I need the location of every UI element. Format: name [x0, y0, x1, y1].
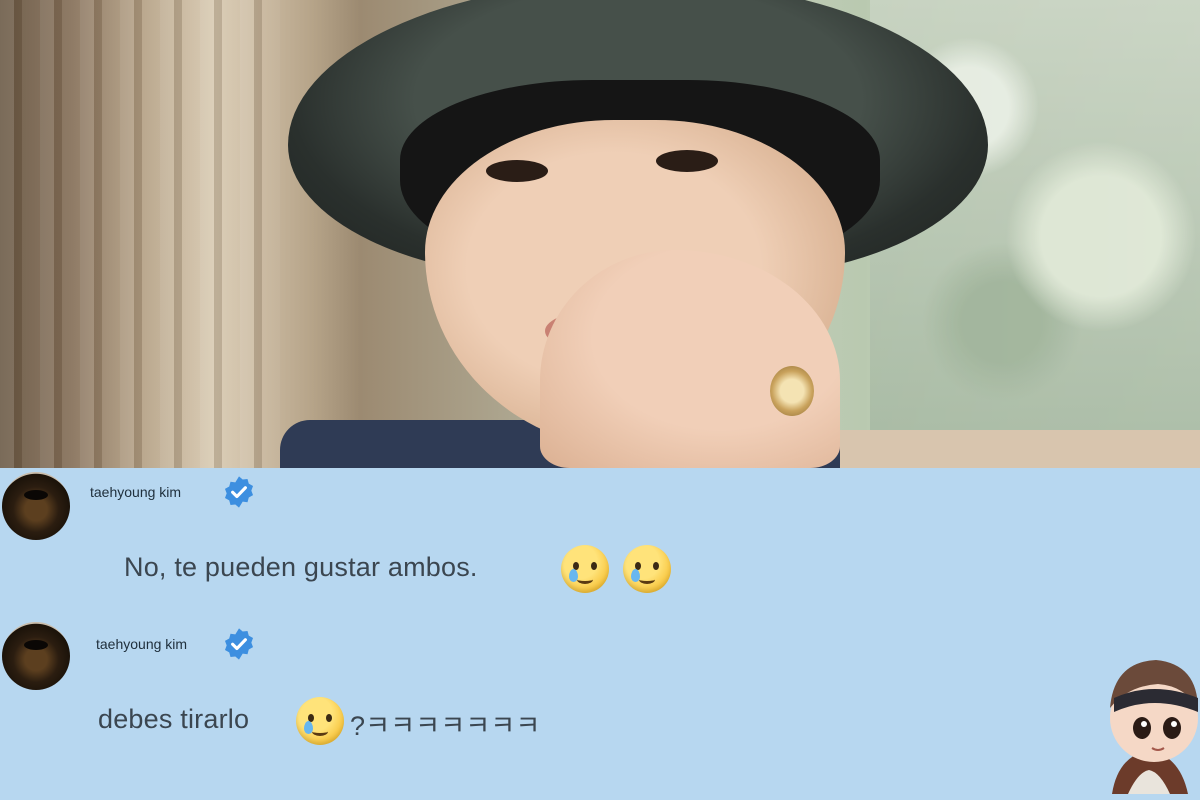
right-eye — [656, 150, 718, 172]
left-eye — [486, 160, 548, 182]
smiling-face-with-tear-icon — [623, 545, 671, 593]
verified-badge-icon — [224, 476, 254, 508]
laugh-text: ?ㅋㅋㅋㅋㅋㅋㅋ — [350, 711, 541, 741]
avatar[interactable] — [2, 472, 70, 540]
smiling-face-with-tear-icon — [561, 545, 609, 593]
comment-text: No, te pueden gustar ambos. — [124, 552, 478, 582]
verified-badge-icon — [224, 628, 254, 660]
ring — [770, 366, 814, 416]
curtain — [0, 0, 280, 468]
chibi-character-sticker — [1110, 660, 1198, 794]
comment-section — [0, 468, 1200, 800]
window-sill — [780, 430, 1200, 468]
username[interactable]: taehyoung kim — [96, 636, 187, 652]
smiling-face-with-tear-icon — [296, 697, 344, 745]
username[interactable]: taehyoung kim — [90, 484, 181, 500]
avatar[interactable] — [2, 622, 70, 690]
header-photo — [0, 0, 1200, 468]
comment-text: debes tirarlo — [98, 704, 250, 734]
